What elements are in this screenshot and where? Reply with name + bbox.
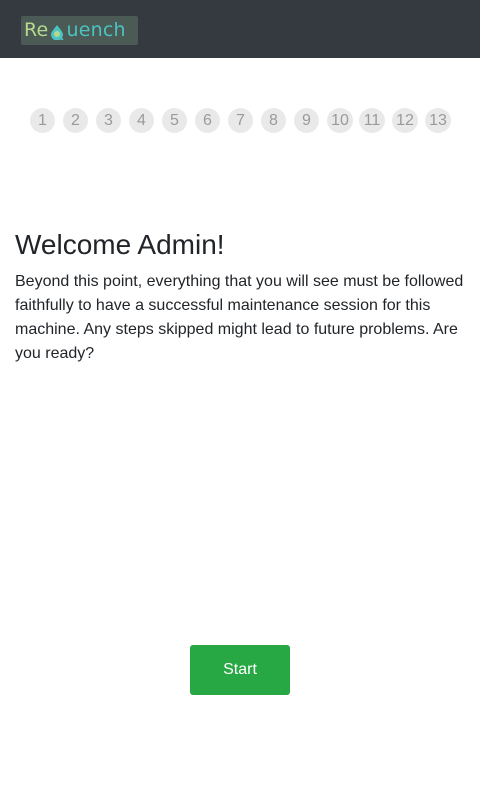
- logo-wordmark: Re uench: [24, 21, 126, 40]
- step-12: 12: [392, 108, 418, 133]
- step-4: 4: [129, 108, 154, 133]
- step-7: 7: [228, 108, 253, 133]
- step-10: 10: [327, 108, 353, 133]
- top-navbar: Re uench: [0, 0, 480, 58]
- water-drop-icon: [51, 24, 65, 40]
- step-8: 8: [261, 108, 286, 133]
- logo-text-uench: uench: [66, 19, 126, 41]
- logo-text-re: Re: [24, 19, 49, 41]
- step-6: 6: [195, 108, 220, 133]
- requench-logo[interactable]: Re uench: [21, 16, 138, 45]
- step-indicator: 1 2 3 4 5 6 7 8 9 10 11 12 13: [0, 108, 480, 133]
- start-button[interactable]: Start: [190, 645, 290, 695]
- step-2: 2: [63, 108, 88, 133]
- step-3: 3: [96, 108, 121, 133]
- step-13: 13: [425, 108, 451, 133]
- intro-text: Beyond this point, everything that you w…: [15, 273, 464, 362]
- step-5: 5: [162, 108, 187, 133]
- step-11: 11: [359, 108, 385, 133]
- step-1: 1: [30, 108, 55, 133]
- step-9: 9: [294, 108, 319, 133]
- page-title: Welcome Admin!: [15, 229, 225, 260]
